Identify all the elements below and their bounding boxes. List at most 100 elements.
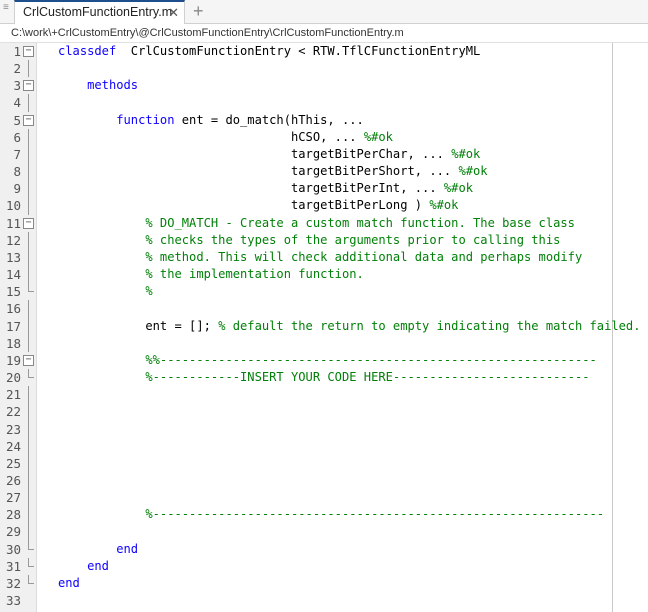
keyword: end (116, 541, 139, 556)
code-token: targetBitPerShort, ... (58, 164, 459, 179)
code-line[interactable]: 22 (0, 403, 648, 421)
code-line[interactable]: 8 targetBitPerShort, ... %#ok (0, 163, 648, 181)
code-line[interactable]: 33 (0, 592, 648, 609)
code-line[interactable]: 3− methods (0, 77, 648, 94)
keyword: end (87, 558, 109, 573)
line-number: 18 (5, 335, 21, 351)
code-line[interactable]: 20 %------------INSERT YOUR CODE HERE---… (0, 369, 648, 386)
code-line[interactable]: 12 % checks the types of the arguments p… (0, 231, 648, 249)
code-token: ent = do_match(hThis, ... (174, 112, 364, 127)
comment: %#ok (458, 164, 488, 179)
close-icon[interactable]: ✕ (168, 2, 179, 23)
line-number: 14 (5, 267, 21, 283)
code-text: % the implementation function. (58, 266, 363, 283)
fold-guide (28, 489, 29, 507)
code-line[interactable]: 4 (0, 94, 648, 112)
fold-guide (28, 454, 29, 473)
code-line[interactable]: 32 end (0, 574, 648, 592)
code-line[interactable]: 27 (0, 489, 648, 507)
code-text: %%--------------------------------------… (58, 352, 596, 369)
code-line[interactable]: 31 end (0, 557, 648, 575)
code-line[interactable]: 29 (0, 523, 648, 541)
code-token: targetBitPerLong ) (58, 198, 430, 213)
code-line[interactable]: 11− % DO_MATCH - Create a custom match f… (0, 215, 648, 232)
code-token: targetBitPerChar, ... (58, 146, 452, 161)
fold-end-marker (28, 540, 34, 550)
comment: % (145, 284, 153, 299)
code-line[interactable]: 23 (0, 420, 648, 438)
keyword: classdef (58, 44, 117, 58)
code-line[interactable]: 14 % the implementation function. (0, 266, 648, 284)
fold-collapse-icon[interactable]: − (23, 114, 34, 126)
code-line[interactable]: 30 end (0, 540, 648, 558)
code-line[interactable]: 1− classdef CrlCustomFunctionEntry < RTW.… (0, 43, 648, 60)
code-text: methods (58, 77, 138, 94)
code-text: % method. This will check additional dat… (58, 249, 582, 266)
code-line[interactable]: 16 (0, 300, 648, 318)
line-number: 17 (5, 318, 21, 334)
tab-file[interactable]: CrlCustomFunctionEntry.m ✕ (14, 0, 185, 25)
comment: %---------------------------------------… (145, 507, 605, 522)
file-path: C:\work\+CrlCustomEntry\@CrlCustomFuncti… (0, 24, 648, 42)
code-line[interactable]: 19− %%----------------------------------… (0, 352, 648, 369)
code-line[interactable]: 21 (0, 386, 648, 404)
line-number: 20 (5, 370, 21, 386)
code-line[interactable]: 2 (0, 60, 648, 78)
fold-end-marker (28, 574, 34, 584)
code-text: %---------------------------------------… (58, 506, 604, 523)
code-line[interactable]: 6 hCSO, ... %#ok (0, 128, 648, 146)
line-number: 5 (13, 112, 21, 128)
comment: %#ok (363, 129, 393, 144)
fold-collapse-icon[interactable]: − (23, 80, 34, 92)
tab-bar: ≡ CrlCustomFunctionEntry.m ✕ + (0, 0, 648, 25)
fold-guide (28, 248, 29, 267)
code-line[interactable]: 18 (0, 334, 648, 352)
code-text: function ent = do_match(hThis, ... (58, 112, 364, 129)
line-number: 25 (5, 455, 21, 471)
code-line[interactable]: 15 % (0, 283, 648, 300)
fold-collapse-icon[interactable]: − (23, 354, 34, 366)
code-line[interactable]: 13 % method. This will check additional … (0, 248, 648, 267)
fold-collapse-icon[interactable]: − (23, 217, 34, 229)
fold-guide (28, 403, 29, 421)
code-token: hCSO, ... (58, 129, 364, 144)
code-line[interactable]: 28 %------------------------------------… (0, 506, 648, 524)
fold-collapse-icon[interactable]: − (23, 46, 34, 57)
line-number: 2 (13, 61, 21, 77)
line-number: 12 (5, 232, 21, 248)
line-number: 3 (13, 78, 21, 94)
comment: % DO_MATCH - Create a custom match funct… (145, 215, 575, 230)
code-line[interactable]: 25 (0, 454, 648, 473)
code-text: end (58, 575, 80, 592)
code-token: CrlCustomFunctionEntry < RTW.TflCFunctio… (116, 44, 481, 58)
code-editor[interactable]: 1− classdef CrlCustomFunctionEntry < RTW.… (0, 42, 648, 612)
line-number: 9 (13, 181, 21, 197)
fold-guide (28, 506, 29, 524)
fold-end-marker (28, 369, 34, 379)
code-text: classdef CrlCustomFunctionEntry < RTW.Tf… (58, 43, 480, 60)
code-line[interactable]: 7 targetBitPerChar, ... %#ok (0, 145, 648, 164)
fold-guide (28, 231, 29, 249)
plus-icon[interactable]: + (193, 0, 204, 22)
fold-guide (28, 94, 29, 112)
code-line[interactable]: 5− function ent = do_match(hThis, ... (0, 112, 648, 129)
code-line[interactable]: 24 (0, 437, 648, 455)
line-number: 27 (5, 490, 21, 506)
code-line[interactable]: 10 targetBitPerLong ) %#ok (0, 197, 648, 215)
code-line[interactable]: 26 (0, 472, 648, 490)
menu-grip-icon[interactable]: ≡ (3, 3, 9, 18)
line-number: 26 (5, 473, 21, 488)
fold-guide (28, 163, 29, 181)
comment: %#ok (429, 198, 459, 213)
code-line[interactable]: 9 targetBitPerInt, ... %#ok (0, 180, 648, 198)
code-text: targetBitPerChar, ... %#ok (58, 146, 480, 163)
fold-guide (28, 420, 29, 438)
code-line[interactable]: 17 ent = []; % default the return to emp… (0, 317, 648, 335)
line-number: 24 (5, 438, 21, 454)
line-number: 13 (5, 249, 21, 265)
